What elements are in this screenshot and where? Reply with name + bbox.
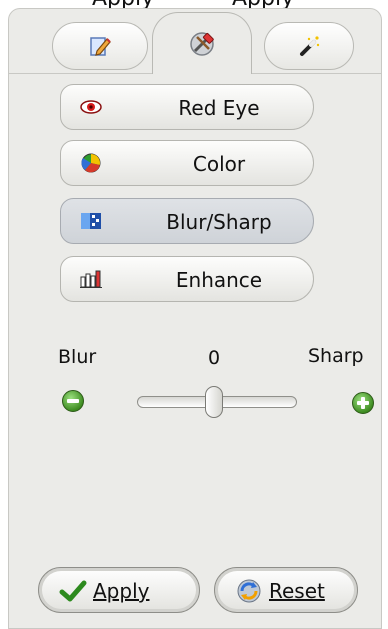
reset-arrows-icon [237,579,261,603]
blur-sharp-slider-thumb[interactable] [205,386,223,418]
slider-value: 0 [208,347,221,369]
tab-effects[interactable] [264,22,354,70]
red-eye-label: Red Eye [178,96,260,120]
tab-tools[interactable] [152,12,252,74]
color-label: Color [192,152,246,176]
plus-circle-icon[interactable] [352,392,374,414]
reset-button[interactable]: Reset [214,567,358,613]
enhance-label: Enhance [175,268,263,292]
red-eye-button[interactable]: Red Eye [60,84,314,130]
reset-label: Reset [269,579,325,603]
sharp-label: Sharp [308,345,364,367]
checkmark-icon [59,580,87,602]
blur-sharp-icon [81,213,101,229]
pencil-document-icon [90,37,111,56]
tab-edit[interactable] [52,22,148,70]
blur-label: Blur [58,346,97,368]
minus-circle-icon[interactable] [62,390,84,412]
enhance-button[interactable]: Enhance [60,256,314,302]
blur-sharp-label: Blur/Sharp [166,210,272,234]
color-wheel-icon [81,153,101,173]
magic-wand-icon [300,36,320,56]
apply-label: Apply [93,579,150,603]
enhance-bars-icon [80,270,102,288]
hammer-wrench-icon [190,31,214,56]
blur-sharp-button[interactable]: Blur/Sharp [60,198,314,244]
apply-button[interactable]: Apply [38,567,200,613]
color-button[interactable]: Color [60,140,314,186]
red-eye-icon [80,100,102,114]
